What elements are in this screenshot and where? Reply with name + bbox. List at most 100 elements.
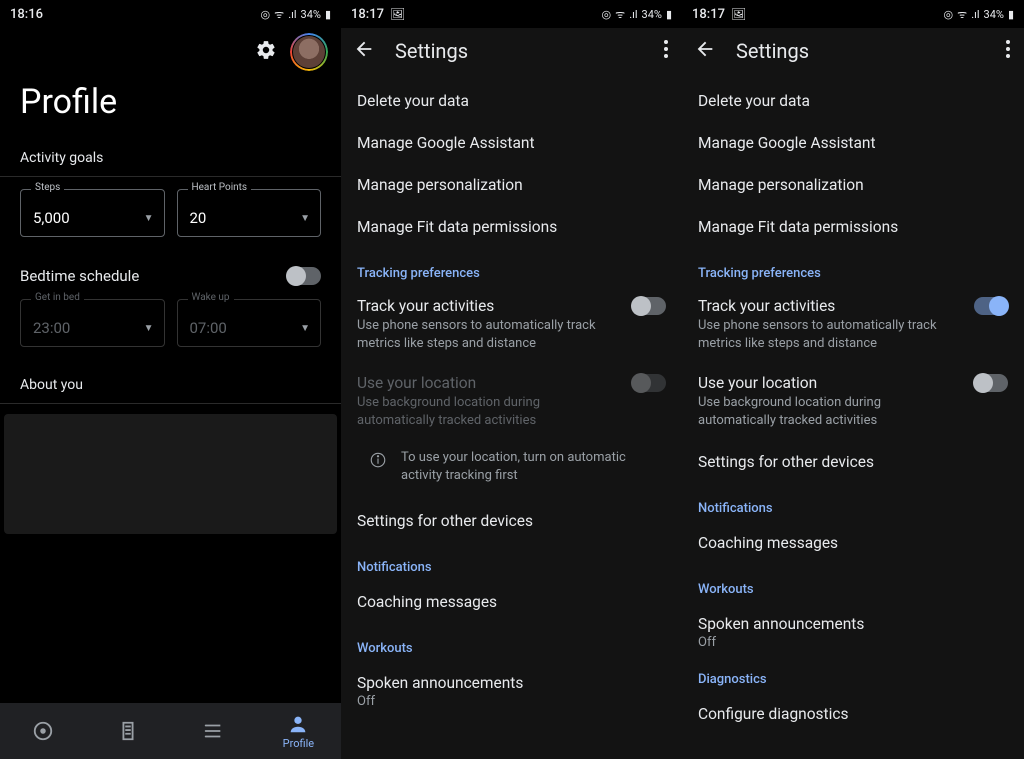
status-bar: 18:16 ◎ ᯤ .ıl 34% ▮ <box>0 0 341 28</box>
delete-data-item[interactable]: Delete your data <box>357 80 666 122</box>
manage-fit-permissions-item[interactable]: Manage Fit data permissions <box>357 206 666 248</box>
heart-points-label: Heart Points <box>188 182 252 193</box>
use-location-desc: Use background location during automatic… <box>357 394 620 429</box>
profile-avatar[interactable] <box>291 34 327 70</box>
coaching-messages-item[interactable]: Coaching messages <box>357 581 666 623</box>
status-bar: 18:17 🖼 ◎ ᯤ .ıl 34% ▮ <box>682 0 1024 28</box>
workouts-header: Workouts <box>698 564 1008 603</box>
settings-gear-icon[interactable] <box>255 39 277 65</box>
battery-text: 34% <box>984 8 1004 21</box>
signal-icon: .ıl <box>629 8 637 21</box>
wifi-icon: ᯤ <box>274 7 284 22</box>
heart-points-value: 20 <box>190 209 207 227</box>
manage-personalization-item[interactable]: Manage personalization <box>698 164 1008 206</box>
chevron-down-icon: ▼ <box>144 213 154 224</box>
track-activities-toggle[interactable] <box>974 297 1008 315</box>
status-bar: 18:17 🖼 ◎ ᯤ .ıl 34% ▮ <box>341 0 682 28</box>
track-activities-toggle[interactable] <box>632 297 666 315</box>
status-time: 18:16 <box>10 7 43 22</box>
page-title: Profile <box>0 82 341 144</box>
use-location-item: Use your location Use background locatio… <box>357 364 666 441</box>
location-info-text: To use your location, turn on automatic … <box>401 449 666 485</box>
manage-assistant-item[interactable]: Manage Google Assistant <box>698 122 1008 164</box>
use-location-toggle <box>632 374 666 392</box>
use-location-toggle[interactable] <box>974 374 1008 392</box>
picture-icon: 🖼 <box>390 7 405 21</box>
activity-goals-header: Activity goals <box>0 144 341 176</box>
back-button[interactable] <box>694 38 716 64</box>
get-in-bed-value: 23:00 <box>33 319 70 337</box>
other-devices-item[interactable]: Settings for other devices <box>357 500 666 542</box>
battery-icon: ▮ <box>325 8 331 21</box>
signal-icon: .ıl <box>288 8 296 21</box>
workouts-header: Workouts <box>357 623 666 662</box>
nav-profile[interactable]: Profile <box>256 703 341 759</box>
about-you-card[interactable] <box>4 414 337 534</box>
hotspot-icon: ◎ <box>261 8 271 21</box>
nav-home[interactable] <box>0 703 85 759</box>
nav-profile-label: Profile <box>283 737 314 750</box>
spoken-value: Off <box>698 635 1008 650</box>
more-menu-icon[interactable] <box>1006 40 1012 63</box>
track-activities-desc: Use phone sensors to automatically track… <box>698 317 962 352</box>
more-menu-icon[interactable] <box>664 40 670 63</box>
signal-icon: .ıl <box>971 8 979 21</box>
notifications-header: Notifications <box>357 542 666 581</box>
wifi-icon: ᯤ <box>957 7 967 22</box>
track-activities-item[interactable]: Track your activities Use phone sensors … <box>698 287 1008 364</box>
spoken-value: Off <box>357 694 666 709</box>
battery-icon: ▮ <box>1008 8 1014 21</box>
manage-personalization-item[interactable]: Manage personalization <box>357 164 666 206</box>
status-time: 18:17 <box>351 7 384 22</box>
battery-text: 34% <box>642 8 662 21</box>
track-activities-title: Track your activities <box>357 297 620 315</box>
wake-up-label: Wake up <box>188 292 234 303</box>
wake-up-dropdown[interactable]: Wake up 07:00 ▼ <box>177 299 322 347</box>
manage-assistant-item[interactable]: Manage Google Assistant <box>357 122 666 164</box>
nav-journal[interactable] <box>85 703 170 759</box>
bedtime-schedule-label: Bedtime schedule <box>20 267 139 285</box>
back-button[interactable] <box>353 38 375 64</box>
divider <box>0 403 341 404</box>
location-info-row: To use your location, turn on automatic … <box>357 441 666 499</box>
use-location-title: Use your location <box>357 374 620 392</box>
chevron-down-icon: ▼ <box>144 323 154 334</box>
configure-diagnostics-item[interactable]: Configure diagnostics <box>698 693 1008 723</box>
settings-title: Settings <box>395 39 644 63</box>
use-location-title: Use your location <box>698 374 962 392</box>
track-activities-item[interactable]: Track your activities Use phone sensors … <box>357 287 666 364</box>
info-icon <box>369 451 387 469</box>
hotspot-icon: ◎ <box>602 8 612 21</box>
chevron-down-icon: ▼ <box>300 323 310 334</box>
other-devices-item[interactable]: Settings for other devices <box>698 441 1008 483</box>
steps-dropdown[interactable]: Steps 5,000 ▼ <box>20 189 165 237</box>
status-time: 18:17 <box>692 7 725 22</box>
tracking-preferences-header: Tracking preferences <box>357 248 666 287</box>
spoken-title: Spoken announcements <box>357 674 666 692</box>
coaching-messages-item[interactable]: Coaching messages <box>698 522 1008 564</box>
spoken-announcements-item[interactable]: Spoken announcements Off <box>357 662 666 711</box>
spoken-announcements-item[interactable]: Spoken announcements Off <box>698 603 1008 654</box>
battery-icon: ▮ <box>666 8 672 21</box>
notifications-header: Notifications <box>698 483 1008 522</box>
track-activities-title: Track your activities <box>698 297 962 315</box>
tracking-preferences-header: Tracking preferences <box>698 248 1008 287</box>
diagnostics-header: Diagnostics <box>698 654 1008 693</box>
battery-text: 34% <box>301 8 321 21</box>
bottom-nav: Profile <box>0 703 341 759</box>
use-location-desc: Use background location during automatic… <box>698 394 962 429</box>
delete-data-item[interactable]: Delete your data <box>698 80 1008 122</box>
get-in-bed-dropdown[interactable]: Get in bed 23:00 ▼ <box>20 299 165 347</box>
manage-fit-permissions-item[interactable]: Manage Fit data permissions <box>698 206 1008 248</box>
heart-points-dropdown[interactable]: Heart Points 20 ▼ <box>177 189 322 237</box>
get-in-bed-label: Get in bed <box>31 292 84 303</box>
chevron-down-icon: ▼ <box>300 213 310 224</box>
use-location-item[interactable]: Use your location Use background locatio… <box>698 364 1008 441</box>
nav-browse[interactable] <box>171 703 256 759</box>
picture-icon: 🖼 <box>731 7 746 21</box>
spoken-title: Spoken announcements <box>698 615 1008 633</box>
steps-label: Steps <box>31 182 64 193</box>
wake-up-value: 07:00 <box>190 319 227 337</box>
bedtime-toggle[interactable] <box>287 267 321 285</box>
hotspot-icon: ◎ <box>944 8 954 21</box>
